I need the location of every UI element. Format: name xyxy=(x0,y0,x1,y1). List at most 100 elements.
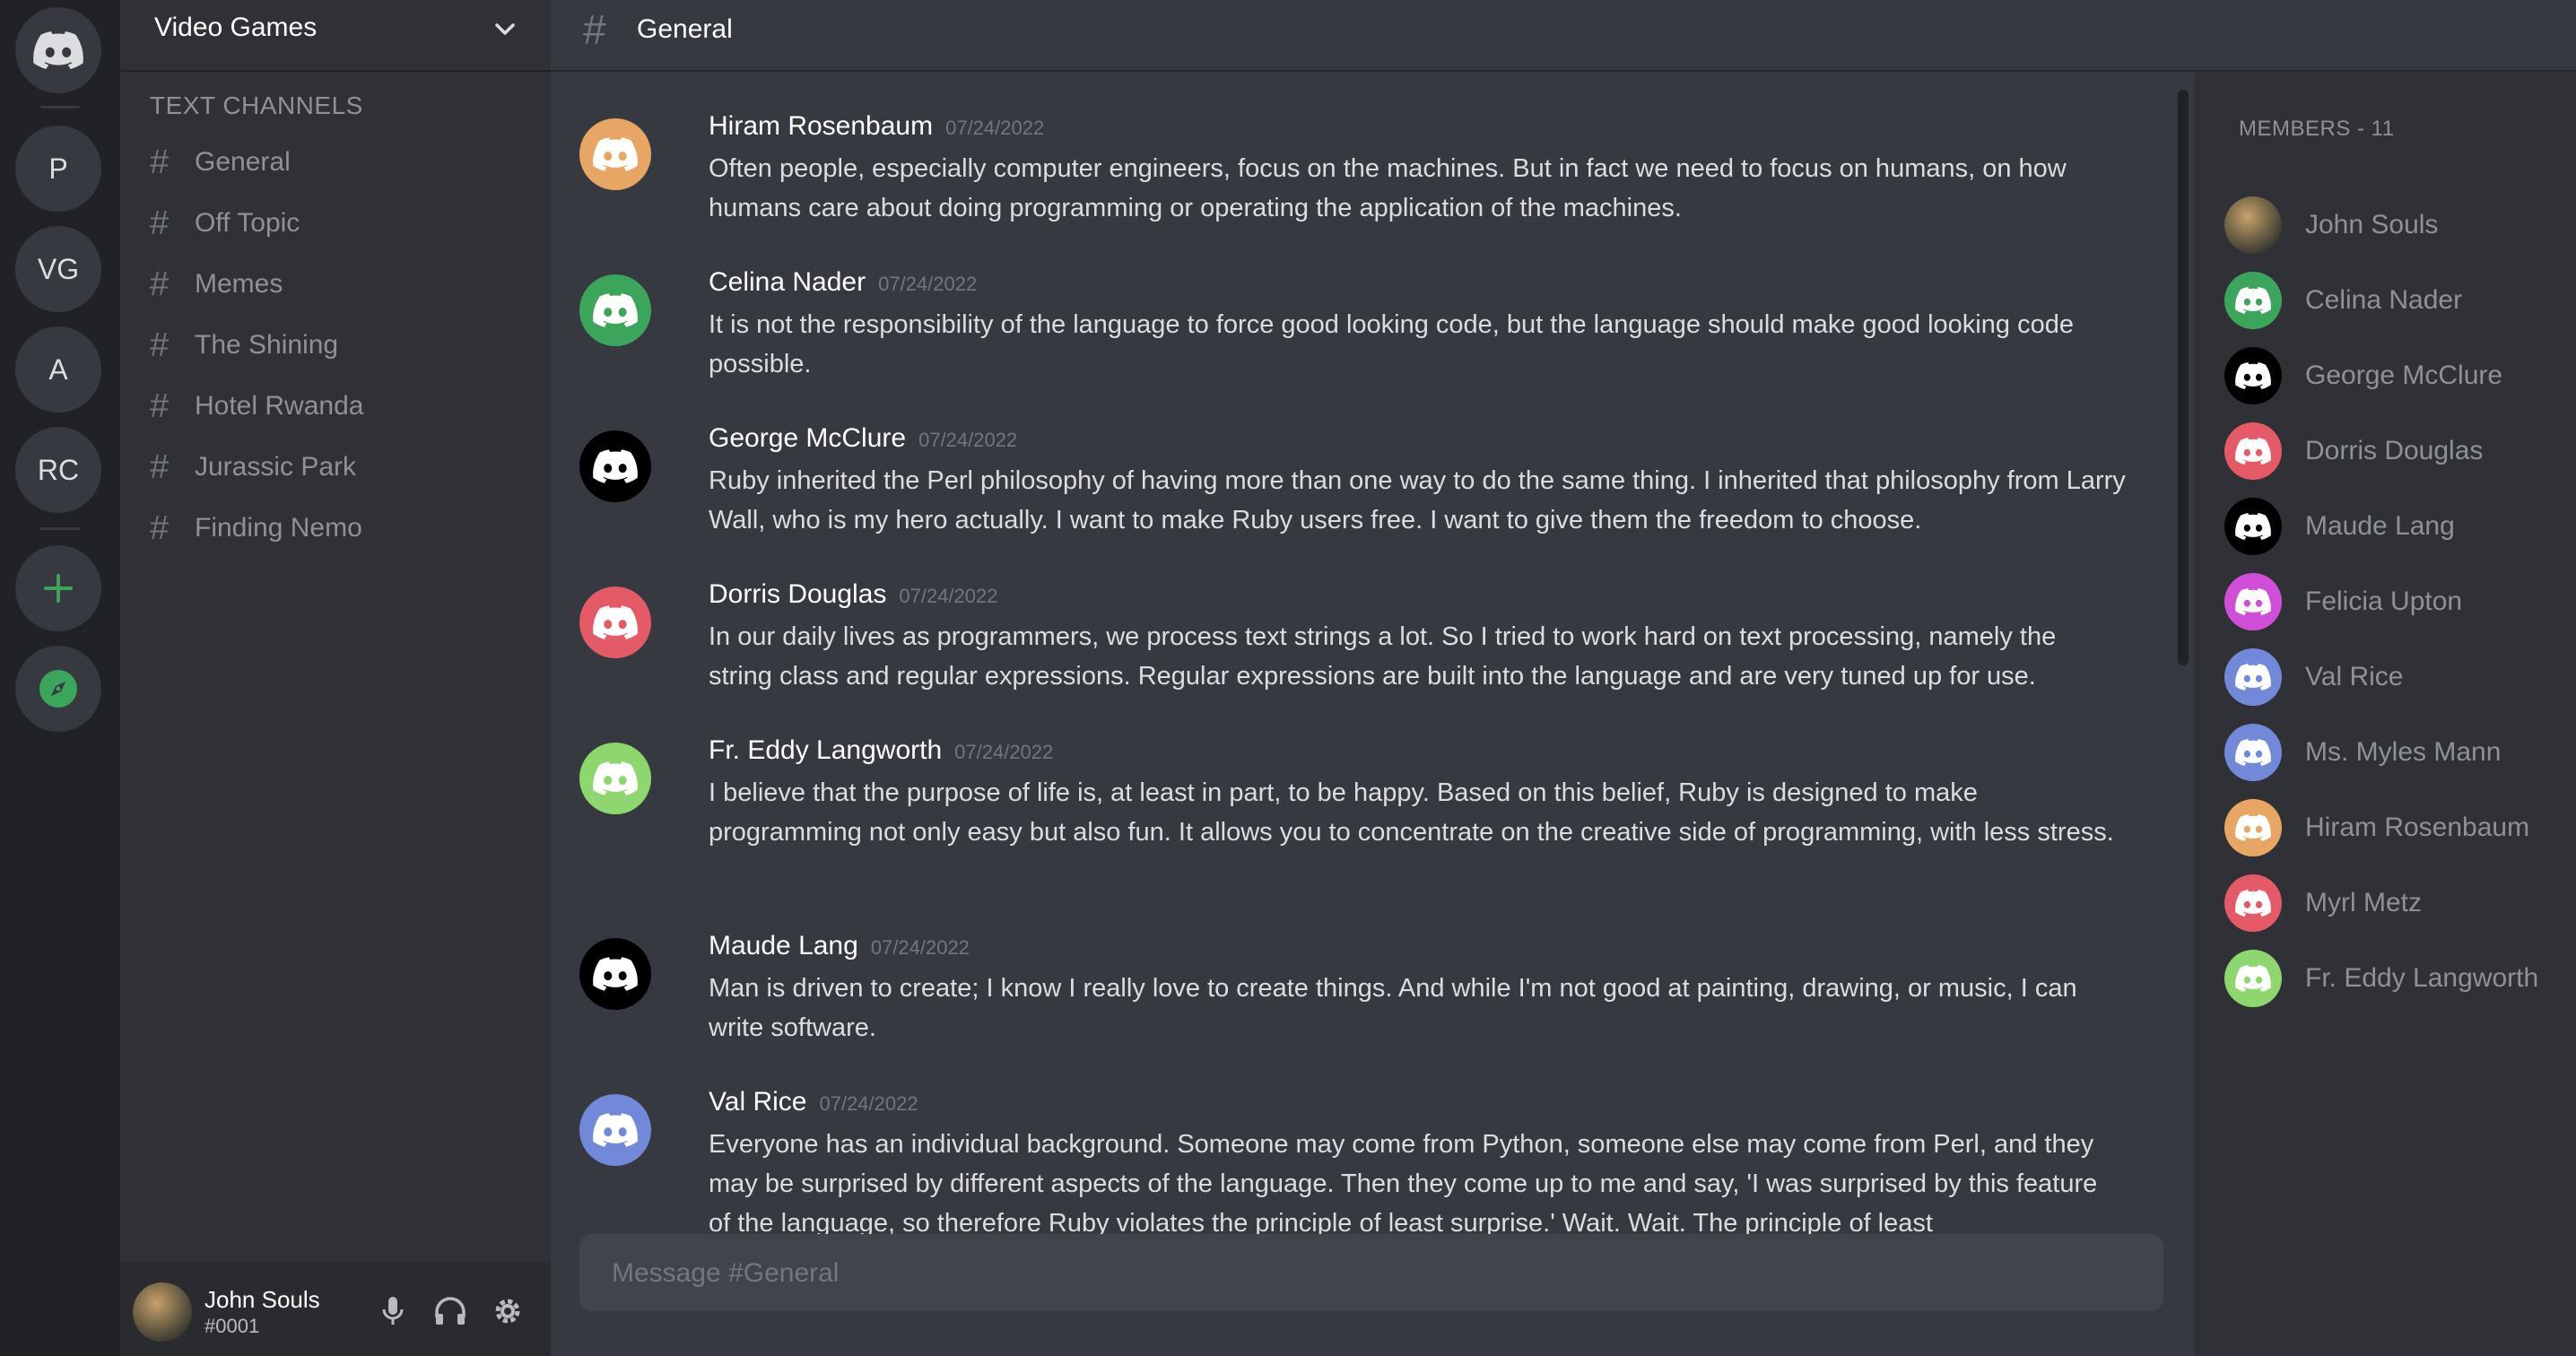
mute-button[interactable] xyxy=(373,1291,413,1331)
member-item[interactable]: Hiram Rosenbaum xyxy=(2224,796,2565,859)
settings-button[interactable] xyxy=(488,1291,527,1331)
avatar[interactable] xyxy=(579,587,651,658)
member-list: MEMBERS - 11 John Souls Celina Nader Geo… xyxy=(2194,72,2576,1356)
channel-off-topic[interactable]: # Off Topic xyxy=(150,198,527,248)
channel-name: Jurassic Park xyxy=(195,452,357,482)
avatar xyxy=(2224,724,2282,781)
hash-icon: # xyxy=(150,143,170,181)
user-panel: John Souls #0001 xyxy=(120,1263,551,1356)
author-name[interactable]: Dorris Douglas xyxy=(709,579,886,609)
server-initials: VG xyxy=(37,252,80,285)
message-author-line: George McClure 07/24/2022 xyxy=(709,423,1017,454)
message-text: Everyone has an individual background. S… xyxy=(709,1130,2098,1234)
server-header[interactable]: Video Games xyxy=(120,0,551,72)
server-initials: RC xyxy=(37,453,80,486)
avatar xyxy=(2224,874,2282,932)
deafen-button[interactable] xyxy=(431,1291,470,1331)
author-name[interactable]: Maude Lang xyxy=(709,931,858,960)
timestamp: 07/24/2022 xyxy=(870,936,970,959)
message-author-line: Celina Nader 07/24/2022 xyxy=(709,267,977,298)
discord-avatar-icon xyxy=(2235,588,2271,615)
author-name[interactable]: Hiram Rosenbaum xyxy=(709,111,933,141)
rail-separator xyxy=(40,527,80,530)
channel-title: General xyxy=(637,14,733,44)
message-author-line: Val Rice 07/24/2022 xyxy=(709,1087,918,1117)
explore-servers-button[interactable] xyxy=(15,646,101,732)
avatar[interactable] xyxy=(579,274,651,346)
author-name[interactable]: Fr. Eddy Langworth xyxy=(709,735,942,765)
message-input[interactable] xyxy=(610,1234,2138,1313)
discord-avatar-icon xyxy=(2235,814,2271,841)
discord-avatar-icon xyxy=(2235,739,2271,766)
member-name: Dorris Douglas xyxy=(2305,436,2484,465)
timestamp: 07/24/2022 xyxy=(878,273,978,295)
channel-name: The Shining xyxy=(195,330,339,360)
channel-the-shining[interactable]: # The Shining xyxy=(150,320,527,370)
discord-avatar-icon xyxy=(593,957,638,991)
avatar xyxy=(2224,422,2282,480)
category-label[interactable]: TEXT CHANNELS xyxy=(150,91,363,120)
avatar[interactable] xyxy=(133,1282,192,1342)
message-text: Often people, especially computer engine… xyxy=(709,154,2067,222)
discord-avatar-icon xyxy=(2235,965,2271,992)
member-item[interactable]: Celina Nader xyxy=(2224,269,2565,332)
avatar xyxy=(2224,498,2282,555)
avatar[interactable] xyxy=(579,118,651,190)
compass-icon xyxy=(39,670,77,708)
message-author-line: Maude Lang 07/24/2022 xyxy=(709,931,970,961)
avatar[interactable] xyxy=(579,430,651,502)
server-icon-rc[interactable]: RC xyxy=(15,427,101,513)
discord-avatar-icon xyxy=(593,137,638,171)
home-button[interactable] xyxy=(15,7,101,93)
channel-memes[interactable]: # Memes xyxy=(150,259,527,309)
server-icon-a[interactable]: A xyxy=(15,326,101,413)
chevron-down-icon xyxy=(495,23,515,35)
channel-hotel-rwanda[interactable]: # Hotel Rwanda xyxy=(150,381,527,431)
author-name[interactable]: Celina Nader xyxy=(709,267,866,297)
server-initials: P xyxy=(48,152,68,185)
avatar xyxy=(2224,799,2282,856)
avatar[interactable] xyxy=(579,743,651,814)
member-item[interactable]: Myrl Metz xyxy=(2224,872,2565,934)
member-item[interactable]: Val Rice xyxy=(2224,646,2565,708)
discord-avatar-icon xyxy=(2235,890,2271,917)
discord-logo-icon xyxy=(33,31,83,69)
rail-separator xyxy=(40,106,80,109)
member-item[interactable]: John Souls xyxy=(2224,194,2565,256)
author-name[interactable]: Val Rice xyxy=(709,1087,806,1117)
server-initials: A xyxy=(48,352,68,386)
avatar[interactable] xyxy=(579,938,651,1010)
timestamp: 07/24/2022 xyxy=(945,117,1045,139)
avatar[interactable] xyxy=(579,1094,651,1166)
member-item[interactable]: Ms. Myles Mann xyxy=(2224,721,2565,784)
hash-icon: # xyxy=(583,6,606,53)
avatar xyxy=(2224,196,2282,254)
member-name: Myrl Metz xyxy=(2305,888,2422,917)
server-icon-p[interactable]: P xyxy=(15,126,101,212)
author-name[interactable]: George McClure xyxy=(709,423,906,453)
server-name: Video Games xyxy=(154,13,318,42)
member-item[interactable]: Maude Lang xyxy=(2224,495,2565,558)
message-text: Man is driven to create; I know I really… xyxy=(709,974,2077,1042)
add-server-button[interactable] xyxy=(15,545,101,631)
member-item[interactable]: Felicia Upton xyxy=(2224,570,2565,633)
hash-icon: # xyxy=(150,448,170,486)
member-item[interactable]: Dorris Douglas xyxy=(2224,420,2565,482)
member-name: Fr. Eddy Langworth xyxy=(2305,963,2539,993)
discord-avatar-icon xyxy=(2235,362,2271,389)
user-tag: #0001 xyxy=(205,1315,260,1337)
hash-icon: # xyxy=(150,387,170,425)
message-list[interactable]: Hiram Rosenbaum 07/24/2022 Often people, … xyxy=(551,72,2183,1234)
avatar xyxy=(2224,950,2282,1007)
message-scrollbar[interactable] xyxy=(2178,90,2189,665)
channel-general[interactable]: # General xyxy=(150,137,527,187)
channel-name: Finding Nemo xyxy=(195,513,362,543)
channel-jurassic-park[interactable]: # Jurassic Park xyxy=(150,442,527,492)
member-item[interactable]: Fr. Eddy Langworth xyxy=(2224,947,2565,1010)
message-author-line: Hiram Rosenbaum 07/24/2022 xyxy=(709,111,1044,142)
channel-finding-nemo[interactable]: # Finding Nemo xyxy=(150,503,527,553)
member-item[interactable]: George McClure xyxy=(2224,344,2565,407)
server-icon-vg[interactable]: VG xyxy=(15,226,101,312)
hash-icon: # xyxy=(150,326,170,364)
discord-avatar-icon xyxy=(2235,438,2271,465)
